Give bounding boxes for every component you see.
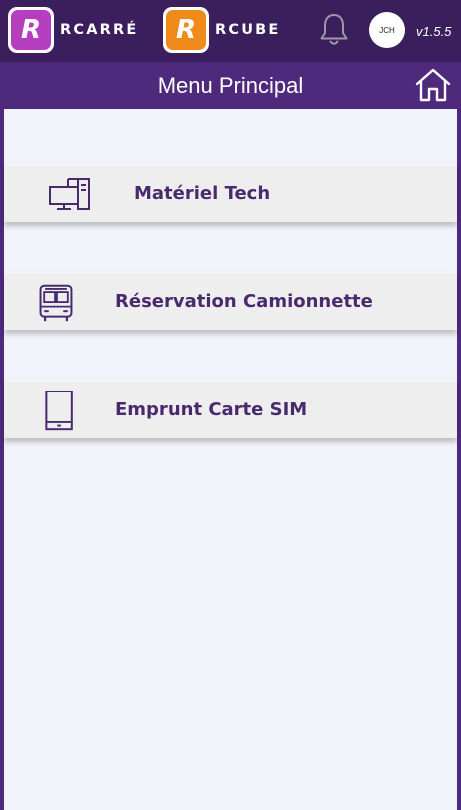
rcarre-logo: R	[8, 7, 54, 53]
menu-item-reservation-camionnette[interactable]: Réservation Camionnette	[4, 272, 457, 330]
menu-item-label: Matériel Tech	[134, 183, 271, 204]
rcarre-brand-name: RCARRÉ	[60, 22, 139, 38]
user-avatar[interactable]: JCH	[369, 12, 405, 48]
menu-item-materiel-tech[interactable]: Matériel Tech	[4, 164, 457, 222]
tablet-icon	[45, 391, 73, 431]
app-version: v1.5.5	[416, 24, 452, 39]
header-bar: Menu Principal	[0, 62, 461, 109]
bus-icon	[39, 284, 73, 322]
brand-rcube[interactable]: R RCUBE	[163, 6, 281, 54]
menu-item-emprunt-carte-sim[interactable]: Emprunt Carte SIM	[4, 380, 457, 438]
menu-item-label: Réservation Camionnette	[115, 291, 373, 312]
content-frame-right	[457, 109, 461, 810]
rcube-brand-name: RCUBE	[215, 22, 281, 38]
home-icon[interactable]	[414, 67, 452, 103]
desktop-computer-icon	[49, 178, 90, 210]
rcube-logo: R	[163, 7, 209, 53]
page-title: Menu Principal	[157, 73, 304, 98]
menu-item-label: Emprunt Carte SIM	[115, 399, 308, 420]
top-bar: R RCARRÉ R RCUBE JCH v1.5.5	[0, 0, 461, 62]
brand-rcarre[interactable]: R RCARRÉ	[8, 6, 138, 54]
bell-icon[interactable]	[318, 12, 350, 48]
